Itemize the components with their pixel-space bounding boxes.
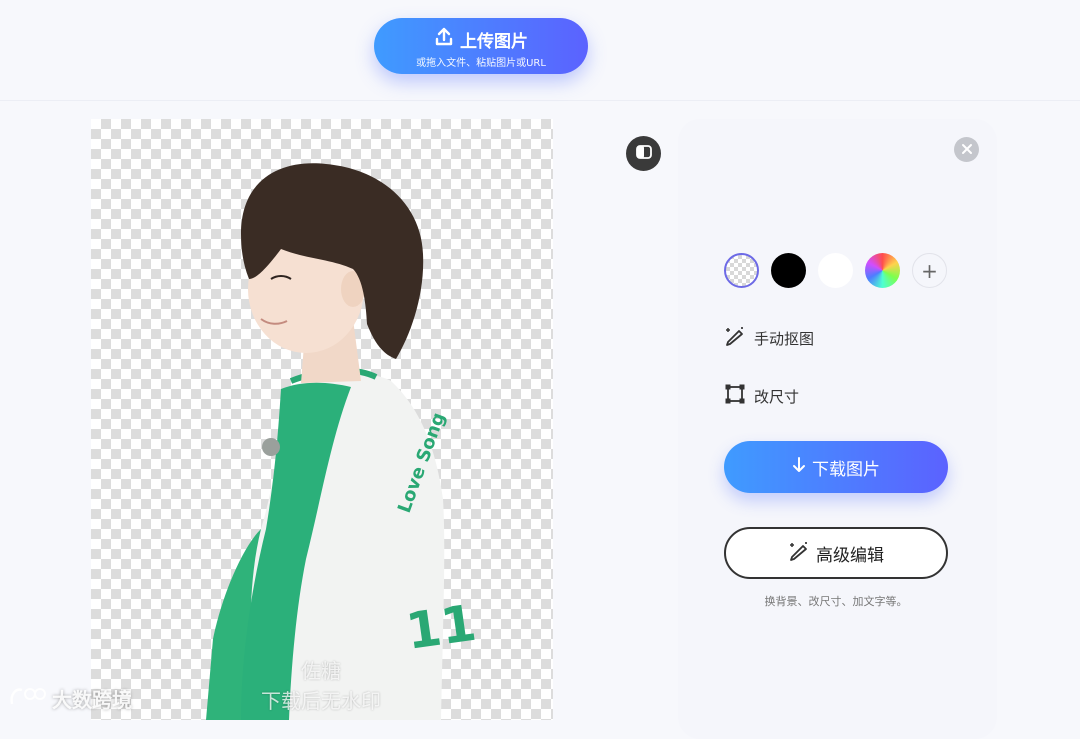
brand-text: 大数跨境 <box>52 688 132 712</box>
swatch-transparent[interactable] <box>724 253 759 288</box>
compare-icon <box>635 143 653 165</box>
upload-icon <box>434 27 454 52</box>
compare-toggle-button[interactable] <box>626 136 661 171</box>
advanced-edit-button[interactable]: 高级编辑 <box>724 527 948 579</box>
brand-logo-icon <box>8 684 48 713</box>
swatch-color-picker[interactable] <box>865 253 900 288</box>
upload-label: 上传图片 <box>460 31 528 52</box>
cutout-image: Love Song 11 <box>206 163 480 720</box>
plus-icon: + <box>921 258 938 283</box>
close-icon <box>961 140 973 159</box>
add-color-button[interactable]: + <box>912 253 947 288</box>
resize-label: 改尺寸 <box>754 387 800 406</box>
image-canvas[interactable]: Love Song 11 佐糖 下载后无水印 <box>91 119 553 720</box>
resize-button[interactable]: 改尺寸 <box>724 383 799 409</box>
side-panel: + 手动抠图 改尺寸 下载图片 高级编辑 换背景、改尺寸、加文字等。 <box>678 119 997 739</box>
download-arrow-icon <box>792 456 806 479</box>
swatch-white[interactable] <box>818 253 853 288</box>
brand-watermark: 大数跨境 <box>8 684 132 713</box>
download-label: 下载图片 <box>812 459 880 480</box>
magic-pen-icon <box>724 325 746 351</box>
manual-cutout-button[interactable]: 手动抠图 <box>724 325 814 351</box>
upload-image-button[interactable]: 上传图片 或拖入文件、粘贴图片或URL <box>374 18 588 74</box>
manual-cutout-label: 手动抠图 <box>754 329 815 348</box>
background-swatches: + <box>724 253 947 288</box>
watermark-line1: 佐糖 <box>301 659 341 683</box>
magic-pen-icon <box>788 540 810 567</box>
upload-subtext: 或拖入文件、粘贴图片或URL <box>416 58 546 69</box>
crop-frame-icon <box>724 383 746 409</box>
advanced-edit-hint: 换背景、改尺寸、加文字等。 <box>764 595 908 608</box>
advanced-edit-label: 高级编辑 <box>816 545 884 566</box>
download-image-button[interactable]: 下载图片 <box>724 441 948 493</box>
jersey-number: 11 <box>403 594 480 661</box>
swatch-black[interactable] <box>771 253 806 288</box>
watermark-line2: 下载后无水印 <box>261 689 381 713</box>
top-bar: 上传图片 或拖入文件、粘贴图片或URL <box>0 0 1080 101</box>
close-button[interactable] <box>954 137 979 162</box>
